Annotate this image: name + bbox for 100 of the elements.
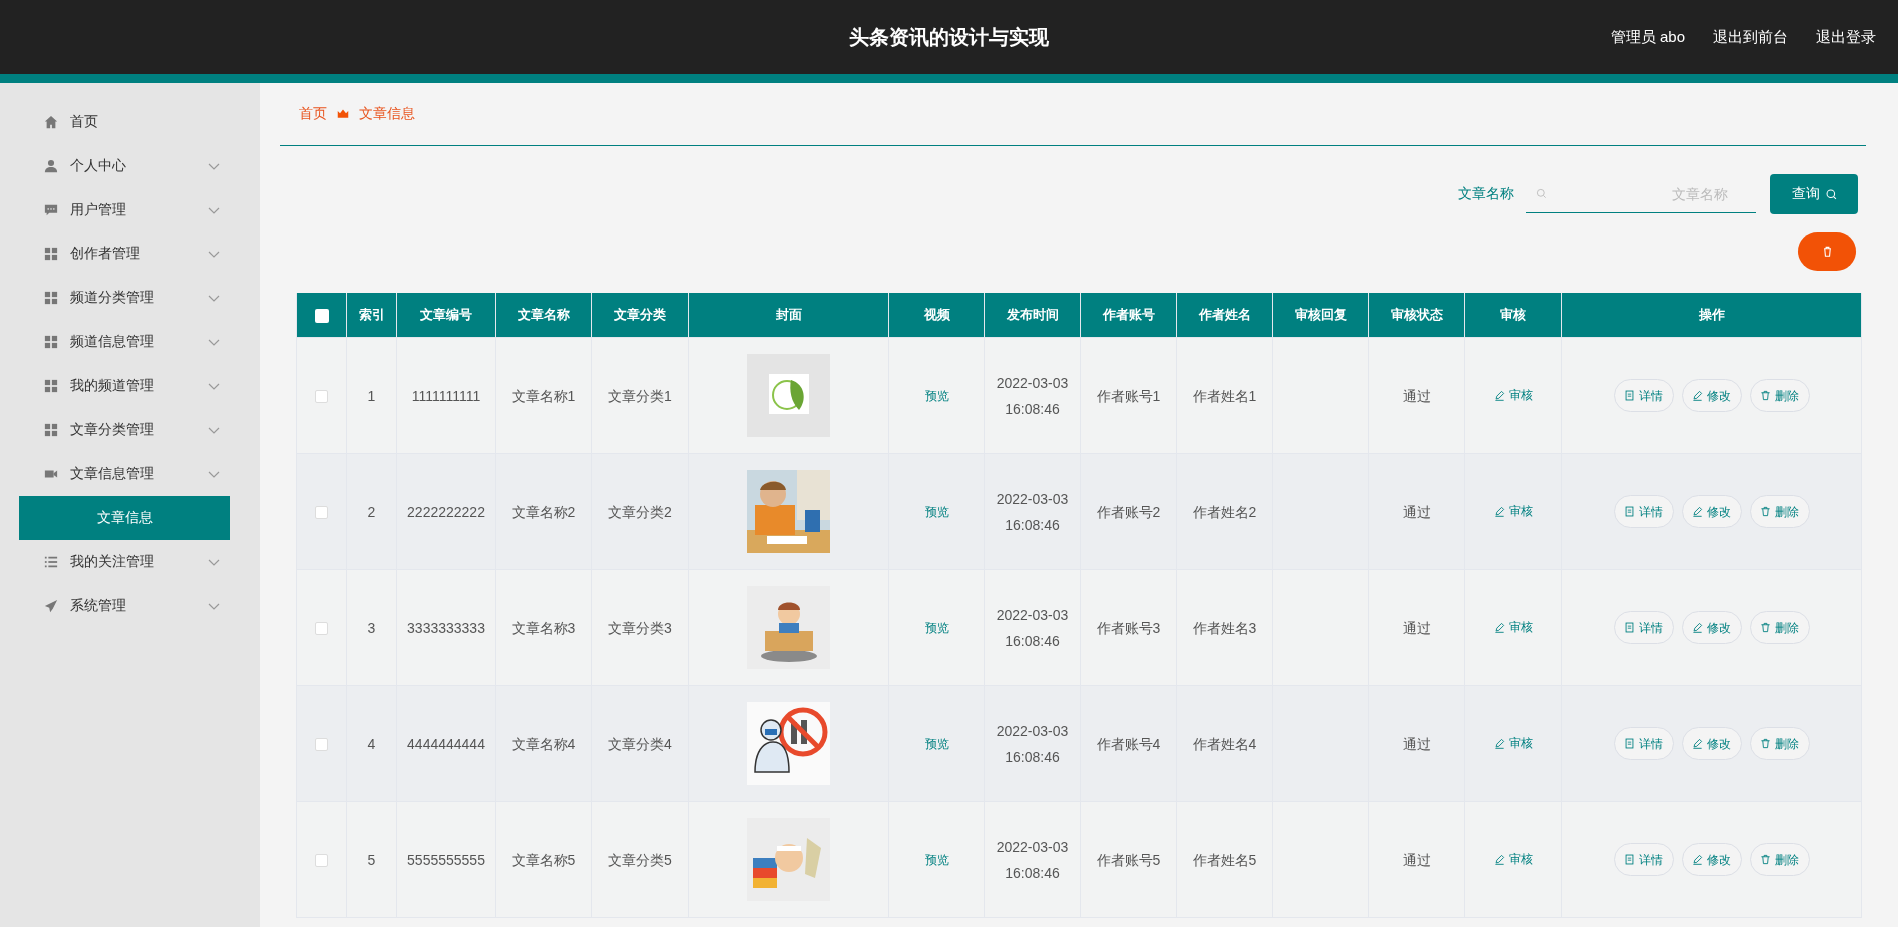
sidebar-item[interactable]: 我的关注管理 xyxy=(0,540,260,584)
row-checkbox[interactable] xyxy=(315,738,328,752)
column-header: 作者账号 xyxy=(1080,293,1177,338)
column-header: 文章编号 xyxy=(396,293,496,338)
sidebar-item[interactable]: 系统管理 xyxy=(0,584,260,628)
action-button[interactable]: 详情 xyxy=(1613,495,1674,528)
action-button[interactable]: 详情 xyxy=(1613,611,1674,644)
sidebar-item[interactable]: 创作者管理 xyxy=(0,232,260,276)
sidebar-item[interactable]: 首页 xyxy=(0,100,260,144)
action-button[interactable]: 详情 xyxy=(1613,727,1674,760)
pencil-icon xyxy=(1692,738,1703,749)
column-header: 审核状态 xyxy=(1368,293,1465,338)
document-icon xyxy=(1624,506,1635,517)
breadcrumb-link[interactable]: 首页 xyxy=(299,105,327,123)
review-link[interactable]: 审核 xyxy=(1493,730,1533,757)
row-checkbox[interactable] xyxy=(315,854,328,868)
action-button[interactable]: 删除 xyxy=(1749,843,1810,876)
trash-icon xyxy=(1760,738,1771,749)
trash-icon xyxy=(1760,506,1771,517)
action-button[interactable]: 详情 xyxy=(1613,843,1674,876)
pencil-icon xyxy=(1493,389,1505,401)
column-header: 审核回复 xyxy=(1272,293,1369,338)
table-cell: 作者账号2 xyxy=(1080,453,1177,570)
table-cell: 文章名称1 xyxy=(495,337,592,454)
table-cell: 文章名称5 xyxy=(495,801,592,918)
table-cell: 3333333333 xyxy=(396,569,496,686)
pencil-icon xyxy=(1692,506,1703,517)
table-cell: 作者姓名3 xyxy=(1176,569,1273,686)
table-cell: 2022-03-03 16:08:46 xyxy=(984,453,1081,570)
action-button[interactable]: 修改 xyxy=(1681,611,1742,644)
search-label: 文章名称 xyxy=(1458,185,1514,203)
column-header: 文章分类 xyxy=(591,293,689,338)
review-link[interactable]: 审核 xyxy=(1493,846,1533,873)
sidebar-item[interactable]: 个人中心 xyxy=(0,144,260,188)
preview-link[interactable]: 预览 xyxy=(924,505,949,519)
column-header: 作者姓名 xyxy=(1176,293,1273,338)
document-icon xyxy=(1624,622,1635,633)
search-icon xyxy=(1825,188,1837,200)
table-cell: 2 xyxy=(346,453,397,570)
table-cell: 文章名称4 xyxy=(495,685,592,802)
action-button[interactable]: 详情 xyxy=(1613,379,1674,412)
preview-link[interactable]: 预览 xyxy=(924,389,949,403)
pencil-icon xyxy=(1692,390,1703,401)
trash-icon xyxy=(1760,622,1771,633)
action-button[interactable]: 修改 xyxy=(1681,727,1742,760)
action-button[interactable]: 修改 xyxy=(1681,379,1742,412)
pencil-icon xyxy=(1493,853,1505,865)
sidebar-item[interactable]: 文章分类管理 xyxy=(0,408,260,452)
pencil-icon xyxy=(1493,505,1505,517)
search-icon xyxy=(1536,188,1547,199)
sidebar-item[interactable]: 频道分类管理 xyxy=(0,276,260,320)
table-cell: 文章分类3 xyxy=(591,569,689,686)
sidebar-subitem[interactable]: 文章信息 xyxy=(19,496,230,540)
table-cell: 4444444444 xyxy=(396,685,496,802)
table-cell: 文章名称2 xyxy=(495,453,592,570)
table-cell: 作者账号3 xyxy=(1080,569,1177,686)
header-link[interactable]: 退出到前台 xyxy=(1713,27,1788,47)
table-cell: 文章分类1 xyxy=(591,337,689,454)
review-link[interactable]: 审核 xyxy=(1493,382,1533,409)
delete-button[interactable] xyxy=(1798,232,1856,271)
breadcrumb-link[interactable]: 文章信息 xyxy=(359,105,415,123)
column-header: 文章名称 xyxy=(495,293,592,338)
header-link[interactable]: 管理员 abo xyxy=(1610,27,1685,47)
action-button[interactable]: 修改 xyxy=(1681,495,1742,528)
action-button[interactable]: 删除 xyxy=(1749,495,1810,528)
table-cell: 4 xyxy=(346,685,397,802)
sidebar-item[interactable]: 我的频道管理 xyxy=(0,364,260,408)
table-cell: 5 xyxy=(346,801,397,918)
chat-icon xyxy=(44,203,58,217)
sidebar-item[interactable]: 用户管理 xyxy=(0,188,260,232)
action-button[interactable]: 删除 xyxy=(1749,611,1810,644)
review-link[interactable]: 审核 xyxy=(1493,498,1533,525)
search-field[interactable]: 文章名称 xyxy=(1526,175,1756,213)
action-button[interactable]: 修改 xyxy=(1681,843,1742,876)
sidebar-item[interactable]: 频道信息管理 xyxy=(0,320,260,364)
header-link[interactable]: 退出登录 xyxy=(1816,27,1876,47)
select-all-checkbox[interactable] xyxy=(314,308,329,323)
crown-icon xyxy=(337,108,349,120)
preview-link[interactable]: 预览 xyxy=(924,853,949,867)
row-checkbox[interactable] xyxy=(315,622,328,636)
preview-link[interactable]: 预览 xyxy=(924,737,949,751)
grid-icon xyxy=(44,379,58,393)
row-checkbox[interactable] xyxy=(315,506,328,520)
review-link[interactable]: 审核 xyxy=(1493,614,1533,641)
grid-icon xyxy=(44,335,58,349)
action-button[interactable]: 删除 xyxy=(1749,379,1810,412)
trash-icon xyxy=(1760,390,1771,401)
column-header: 视频 xyxy=(888,293,985,338)
sidebar-item[interactable]: 文章信息管理 xyxy=(0,452,260,496)
table-cell: 作者账号4 xyxy=(1080,685,1177,802)
action-button[interactable]: 删除 xyxy=(1749,727,1810,760)
paper-plane-icon xyxy=(44,599,58,613)
row-checkbox[interactable] xyxy=(315,390,328,404)
grid-icon xyxy=(44,247,58,261)
search-button[interactable]: 查询 xyxy=(1770,174,1858,214)
table-cell: 2022-03-03 16:08:46 xyxy=(984,569,1081,686)
preview-link[interactable]: 预览 xyxy=(924,621,949,635)
trash-icon xyxy=(1760,854,1771,865)
pencil-icon xyxy=(1493,621,1505,633)
table-cell: 2022-03-03 16:08:46 xyxy=(984,685,1081,802)
